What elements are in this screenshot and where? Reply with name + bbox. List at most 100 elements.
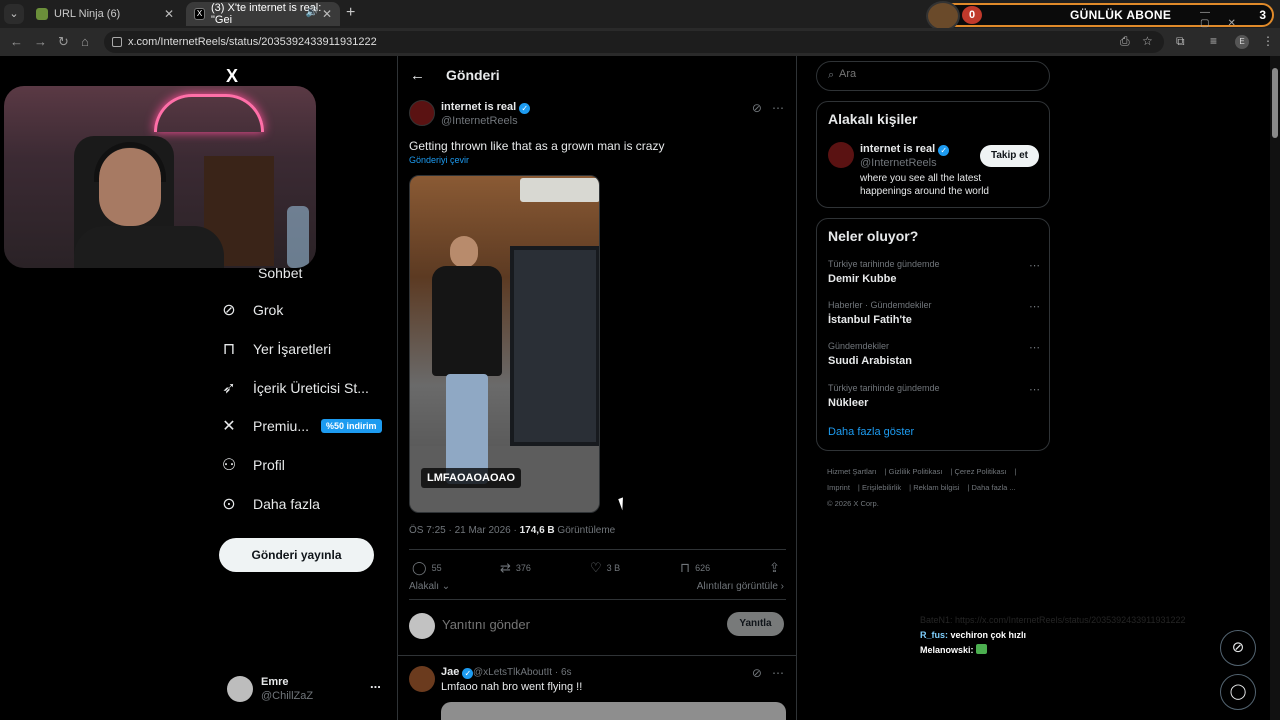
- sidebar-item-more[interactable]: ⊙ Daha fazla: [219, 489, 320, 519]
- person-name[interactable]: internet is real ✓: [860, 143, 950, 156]
- trend-item[interactable]: Türkiye tarihinde gündemde Nükleer ⋯: [828, 383, 1040, 409]
- sidebar-item-premium[interactable]: ✕ Premiu... %50 indirim: [219, 411, 382, 441]
- author-avatar[interactable]: [409, 100, 435, 126]
- person-bio: where you see all the latest happenings …: [860, 173, 989, 197]
- profile-avatar[interactable]: E: [1235, 35, 1249, 49]
- x-favicon: X: [194, 8, 205, 20]
- sidebar-item-profile[interactable]: ⚇ Profil: [219, 450, 285, 480]
- reply-media[interactable]: [441, 702, 786, 720]
- address-bar[interactable]: x.com/InternetReels/status/2035392433911…: [104, 31, 1164, 53]
- forward-icon[interactable]: →: [34, 34, 47, 49]
- grok-fab[interactable]: ⊘: [1220, 630, 1256, 666]
- footer-link[interactable]: Daha fazla ...: [972, 483, 1016, 492]
- sidebar-item-grok[interactable]: ⊘ Grok: [219, 295, 283, 325]
- account-switcher[interactable]: Emre @ChillZaZ ...: [227, 674, 387, 708]
- stream-chat-overlay: BateN1: https://x.com/InternetReels/stat…: [920, 613, 1220, 658]
- bookmark-action[interactable]: ⊓ 626: [680, 560, 710, 576]
- related-sort[interactable]: Alakalı ⌄: [409, 581, 450, 592]
- more-icon[interactable]: ⋯: [1029, 383, 1040, 396]
- sidebar-item-chat[interactable]: Sohbet: [258, 265, 302, 281]
- more-icon[interactable]: ⋯: [1029, 341, 1040, 354]
- reply-author-avatar[interactable]: [409, 666, 435, 692]
- follow-button[interactable]: Takip et: [980, 145, 1039, 167]
- back-icon[interactable]: ←: [10, 34, 23, 49]
- chat-user: R_fus:: [920, 630, 949, 640]
- scrollbar-thumb[interactable]: [1272, 68, 1278, 138]
- more-icon[interactable]: ⋯: [772, 101, 784, 115]
- grok-icon[interactable]: ⊘: [752, 666, 762, 680]
- more-icon[interactable]: ⋯: [1029, 300, 1040, 313]
- new-tab-button[interactable]: +: [346, 4, 355, 22]
- share-action[interactable]: ⇪: [769, 560, 785, 576]
- browser-menu-icon[interactable]: ⋮: [1262, 34, 1274, 48]
- sub-label: GÜNLÜK ABONE: [1070, 8, 1172, 22]
- reply-input[interactable]: [442, 617, 702, 632]
- x-logo[interactable]: X: [226, 66, 238, 87]
- streamer-avatar: [926, 1, 960, 31]
- trend-name: İstanbul Fatih'te: [828, 314, 912, 326]
- man-head: [450, 236, 478, 268]
- tab-close-icon[interactable]: ✕: [164, 7, 174, 21]
- trend-item[interactable]: Haberler · Gündemdekiler İstanbul Fatih'…: [828, 300, 1040, 326]
- back-arrow-icon[interactable]: ←: [410, 67, 425, 84]
- search-input[interactable]: [839, 68, 1039, 80]
- reply-author-name[interactable]: Jae ✓: [441, 666, 474, 679]
- author-handle[interactable]: @InternetReels: [441, 115, 518, 127]
- avatar: [409, 613, 435, 639]
- reply-action[interactable]: ◯ 55: [412, 560, 442, 576]
- messages-fab[interactable]: ◯: [1220, 674, 1256, 710]
- post-button[interactable]: Gönderi yayınla: [219, 538, 374, 572]
- footer-link[interactable]: Gizlilik Politikası: [889, 467, 943, 476]
- avatar[interactable]: [828, 142, 854, 168]
- reply-button[interactable]: Yanıtla: [727, 612, 784, 636]
- media-control-icon[interactable]: ≡: [1210, 34, 1217, 48]
- search-box[interactable]: ⌕: [816, 61, 1050, 91]
- install-app-icon[interactable]: ⎙: [1120, 34, 1130, 49]
- site-info-icon[interactable]: [112, 37, 122, 47]
- sidebar-item-bookmarks[interactable]: ⊓ Yer İşaretleri: [219, 334, 331, 364]
- post-video[interactable]: LMFAOAOAOAO: [409, 175, 600, 513]
- divider: [409, 599, 786, 600]
- home-icon[interactable]: ⌂: [81, 34, 89, 49]
- show-more-link[interactable]: Daha fazla göster: [828, 426, 914, 438]
- footer-link[interactable]: Imprint: [827, 483, 850, 492]
- person-handle[interactable]: @InternetReels: [860, 157, 937, 169]
- reload-icon[interactable]: ↻: [58, 34, 69, 50]
- grok-icon[interactable]: ⊘: [752, 101, 762, 115]
- footer-link[interactable]: Hizmet Şartları: [827, 467, 877, 476]
- tab-favicon: [36, 8, 48, 20]
- footer-link[interactable]: Çerez Politikası: [954, 467, 1006, 476]
- star-icon[interactable]: ☆: [1142, 34, 1153, 48]
- tab-x-post[interactable]: X (3) X'te internet is real: "Gei 🔊 ✕: [186, 2, 340, 26]
- chat-line: Melanowski:: [920, 643, 1220, 658]
- tab-url-ninja[interactable]: URL Ninja (6) ✕: [28, 2, 182, 26]
- man-figure: [432, 236, 502, 496]
- trend-item[interactable]: Gündemdekiler Suudi Arabistan ⋯: [828, 341, 1040, 367]
- footer-link[interactable]: Erişilebilirlik: [862, 483, 901, 492]
- trend-item[interactable]: Türkiye tarihinde gündemde Demir Kubbe ⋯: [828, 259, 1040, 285]
- trend-context: Gündemdekiler: [828, 341, 890, 351]
- x-icon: ✕: [222, 418, 236, 435]
- author-name[interactable]: internet is real ✓: [441, 101, 531, 114]
- reply-author-handle[interactable]: @xLetsTlkAboutIt · 6s: [473, 667, 572, 678]
- view-quotes-link[interactable]: Alıntıları görüntüle ›: [697, 581, 784, 592]
- verified-icon: ✓: [462, 668, 474, 679]
- more-icon[interactable]: ⋯: [772, 666, 784, 680]
- scrollbar[interactable]: [1270, 56, 1280, 720]
- like-action[interactable]: ♡ 3 B: [590, 560, 620, 576]
- footer-link[interactable]: Reklam bilgisi: [913, 483, 959, 492]
- translate-link[interactable]: Gönderiyi çevir: [409, 155, 469, 165]
- trend-context: Türkiye tarihinde gündemde: [828, 383, 940, 393]
- sidebar-item-label: Profil: [253, 457, 285, 473]
- user-handle: @ChillZaZ: [261, 690, 314, 702]
- more-icon[interactable]: ...: [370, 676, 381, 691]
- speaker-icon[interactable]: 🔊: [306, 7, 318, 18]
- tab-close-icon[interactable]: ✕: [322, 7, 332, 21]
- repost-action[interactable]: ⇄ 376: [500, 560, 531, 576]
- more-icon[interactable]: ⋯: [1029, 259, 1040, 272]
- extensions-icon[interactable]: ⧉: [1176, 34, 1185, 49]
- trends-panel: Neler oluyor? Türkiye tarihinde gündemde…: [816, 218, 1050, 451]
- tab-search-button[interactable]: ⌄: [4, 4, 24, 24]
- bookmark-icon: ⊓: [222, 341, 236, 358]
- sidebar-item-creator-studio[interactable]: ➶ İçerik Üreticisi St...: [219, 373, 369, 403]
